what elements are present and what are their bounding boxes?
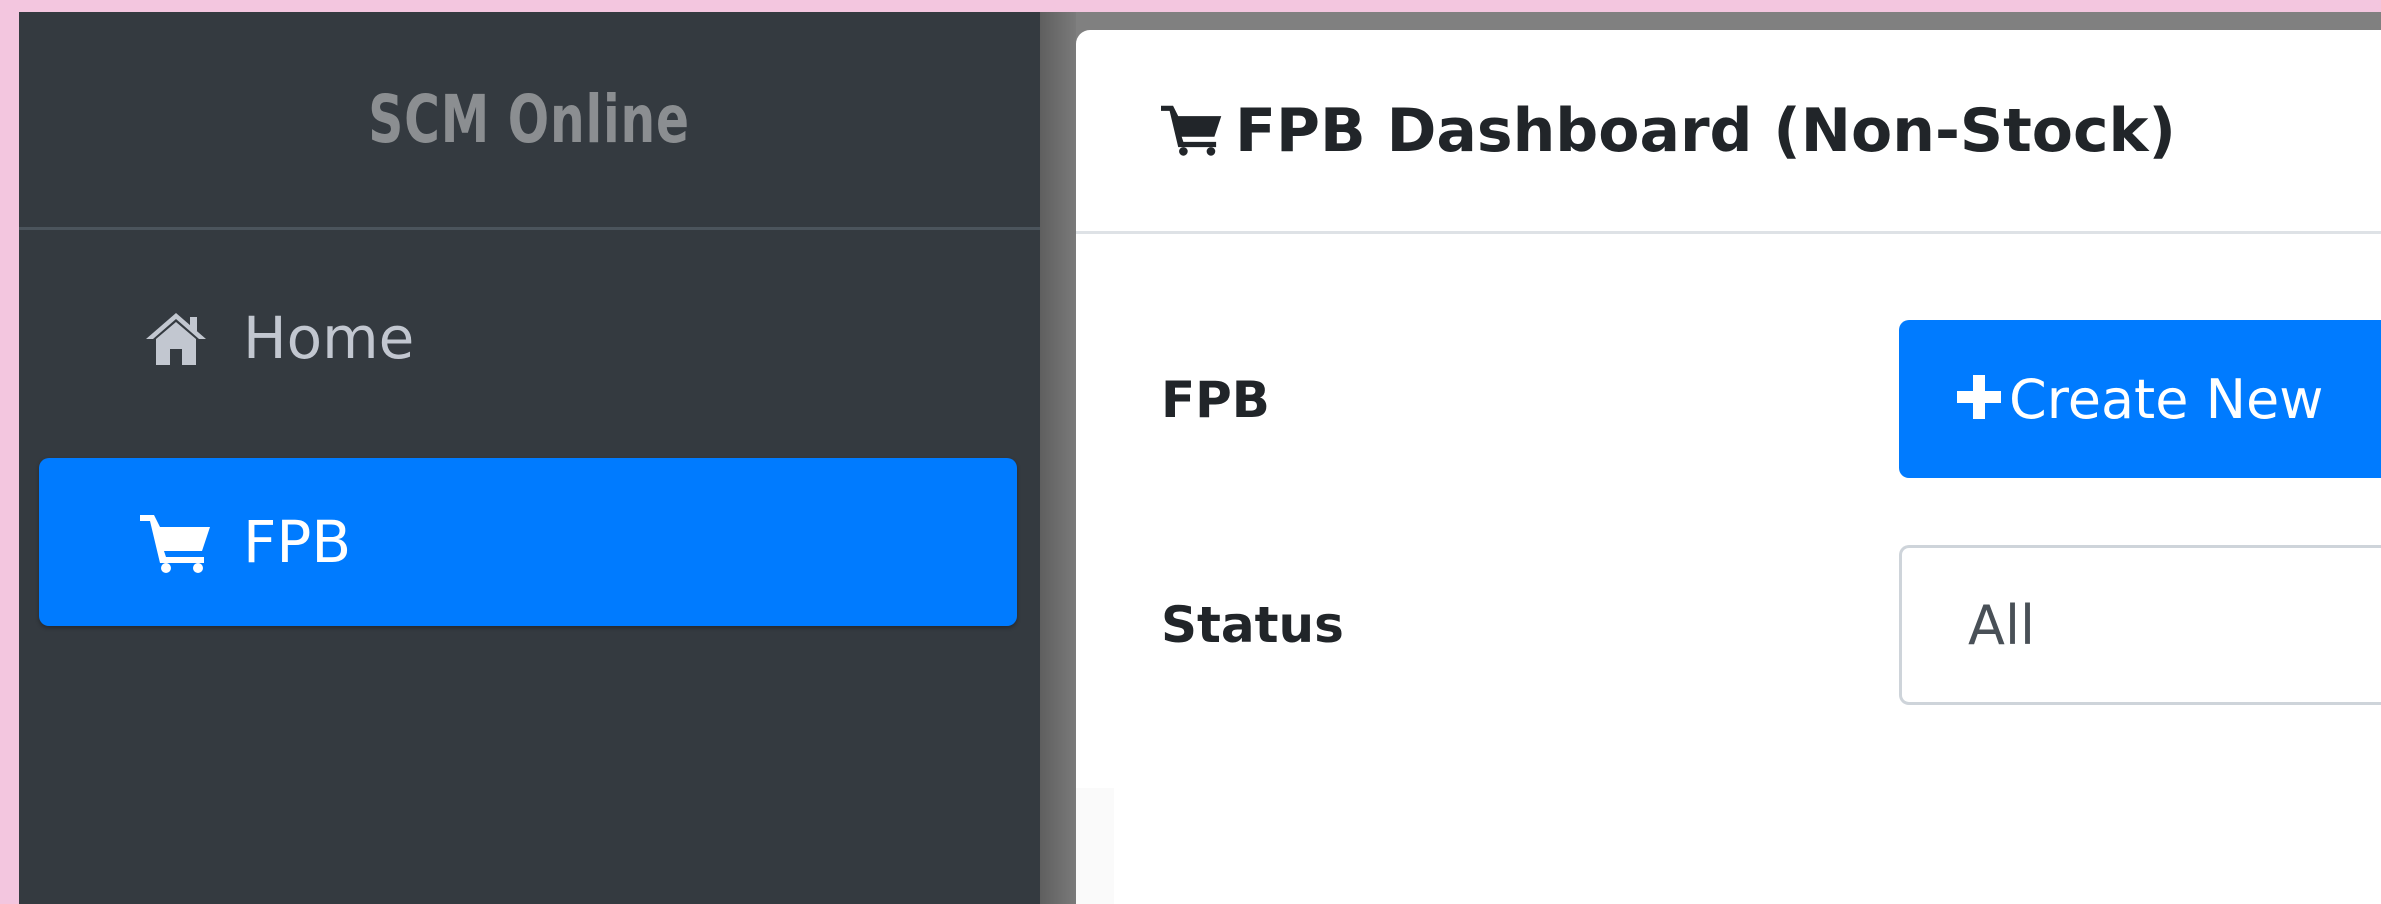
brand[interactable]: SCM Online — [19, 12, 1040, 230]
brand-text[interactable]: SCM Online — [369, 81, 691, 158]
fpb-row: FPB — [1161, 320, 1270, 480]
status-select[interactable]: All — [1899, 545, 2381, 705]
sidebar-item-label: FPB — [243, 508, 352, 576]
dashboard-card: FPB Dashboard (Non-Stock) FPB Create New… — [1076, 30, 2381, 904]
shopping-cart-icon — [1161, 102, 1223, 160]
status-row: Status — [1161, 545, 1344, 705]
shopping-cart-icon — [137, 511, 215, 573]
status-select-value: All — [1968, 593, 2035, 657]
main-content: FPB Dashboard (Non-Stock) FPB Create New… — [1076, 12, 2381, 904]
home-icon — [137, 307, 215, 369]
card-header: FPB Dashboard (Non-Stock) — [1076, 30, 2381, 234]
fpb-label: FPB — [1161, 371, 1270, 429]
sidebar-item-label: Home — [243, 304, 415, 372]
sidebar-item-home[interactable]: Home — [39, 274, 1017, 402]
status-label: Status — [1161, 596, 1344, 654]
sidebar-item-fpb[interactable]: FPB — [39, 458, 1017, 626]
create-new-button[interactable]: Create New — [1899, 320, 2381, 478]
content-divider — [1040, 12, 1076, 904]
sidebar: SCM Online Home FPB — [19, 12, 1040, 904]
page-title: FPB Dashboard (Non-Stock) — [1235, 95, 2176, 166]
create-new-label: Create New — [2009, 367, 2324, 431]
plus-icon — [1955, 373, 2003, 425]
content-panel — [1076, 788, 1114, 904]
